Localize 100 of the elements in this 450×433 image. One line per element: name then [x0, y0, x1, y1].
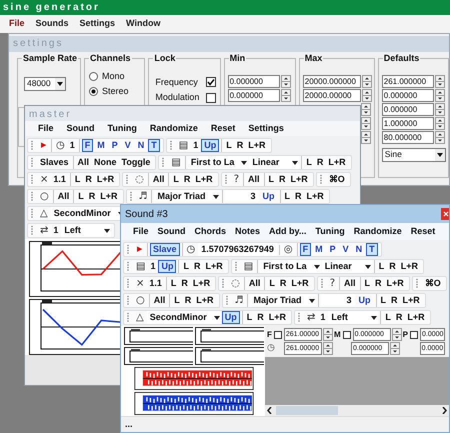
spinner-button[interactable] [323, 342, 333, 355]
menu-item[interactable]: Chords [194, 224, 226, 238]
checkbox[interactable] [342, 330, 351, 338]
caret-icon[interactable] [434, 148, 445, 160]
mode-button[interactable]: N [134, 139, 148, 152]
toolbar-button[interactable]: L [267, 277, 277, 290]
caret-icon[interactable] [364, 262, 372, 270]
dropdown[interactable]: First to La [188, 156, 248, 169]
spinner-button[interactable] [360, 130, 371, 144]
dropdown[interactable]: SecondMinor [146, 311, 221, 324]
toolbar-button[interactable]: All [246, 173, 262, 186]
toolbar-button[interactable]: L+R [203, 260, 225, 273]
toolbar-button[interactable]: R [192, 260, 202, 273]
dropdown[interactable]: Sine [382, 148, 446, 162]
toolbar-button[interactable]: R [86, 190, 98, 203]
menu-item[interactable]: File [133, 224, 149, 238]
grip-handle[interactable] [234, 261, 238, 272]
toolbar-button[interactable]: L+R [405, 311, 427, 324]
toolbar-button[interactable]: L [181, 260, 191, 273]
spinner-button[interactable] [434, 88, 445, 102]
toolbar-button[interactable]: L+R [193, 173, 215, 186]
grip-handle[interactable] [126, 312, 130, 323]
checkbox[interactable] [410, 330, 418, 338]
toolbar-button[interactable]: L+R [384, 277, 406, 290]
checkbox[interactable] [206, 77, 216, 88]
dropdown[interactable]: 48000 [24, 76, 66, 90]
toolbar-button[interactable]: R [277, 173, 288, 186]
menu-item[interactable]: Randomize [150, 122, 198, 136]
number-field[interactable]: 0.000000 [382, 102, 434, 116]
spinner-button[interactable] [360, 102, 371, 116]
toolbar-button[interactable]: L+R [266, 311, 288, 324]
grip-handle[interactable] [224, 174, 228, 185]
toolbar-button[interactable]: R [373, 277, 384, 290]
grip-handle[interactable] [296, 312, 301, 323]
number-field[interactable]: 0.000000 [228, 74, 280, 88]
toolbar-button[interactable]: R [255, 311, 266, 324]
grip-handle[interactable] [30, 191, 34, 202]
toolbar-button[interactable]: L [72, 173, 82, 186]
toolbar-button[interactable]: L [76, 190, 86, 203]
toolbar-button[interactable]: L [304, 156, 314, 169]
spinner-button[interactable] [362, 88, 372, 102]
close-icon[interactable] [441, 208, 449, 220]
menu-item[interactable]: Window [126, 17, 160, 31]
scrollbar[interactable] [265, 405, 449, 416]
grip-handle[interactable] [414, 278, 419, 289]
toolbar-button[interactable]: L+R [289, 277, 311, 290]
radio-button[interactable] [89, 72, 98, 81]
toolbar-button[interactable]: L+R [326, 156, 348, 169]
menu-item[interactable]: Reset [410, 224, 436, 238]
mode-button[interactable]: P [108, 139, 121, 152]
spinner-button[interactable] [362, 74, 372, 88]
toolbar-button[interactable]: L [376, 260, 386, 273]
toolbar-button[interactable]: R [394, 311, 404, 324]
toolbar-button[interactable]: L [244, 311, 254, 324]
grip-handle[interactable] [126, 278, 130, 289]
number-field[interactable]: 80.000000 [382, 130, 434, 144]
mode-button[interactable]: M [94, 139, 108, 152]
toolbar-button[interactable]: L [266, 173, 276, 186]
toolbar-button[interactable]: L+R [246, 139, 268, 152]
caret-icon[interactable] [312, 262, 321, 270]
toolbar-button[interactable]: R [387, 260, 398, 273]
spinner-button[interactable] [322, 328, 333, 341]
toolbar-button[interactable]: L [362, 277, 372, 290]
number-field[interactable]: 0.000000 [228, 88, 280, 102]
toolbar-button[interactable]: L+R [194, 294, 216, 307]
toolbar-button[interactable]: L+R [94, 173, 116, 186]
dropdown[interactable]: First to La [260, 260, 321, 273]
menu-item[interactable]: Randomize [354, 224, 402, 238]
caret-icon[interactable] [103, 226, 112, 234]
toolbar-button[interactable]: All [152, 294, 168, 307]
radio-button[interactable] [89, 87, 98, 96]
toolbar-button[interactable]: R [182, 294, 194, 307]
grip-handle[interactable] [125, 174, 130, 185]
toolbar-button[interactable]: R [234, 139, 246, 152]
number-field[interactable]: 20000.000000 [302, 74, 361, 88]
mode-button[interactable]: F [82, 139, 94, 152]
dropdown[interactable]: Left [328, 311, 378, 324]
toolbar-button[interactable]: L+R [98, 190, 120, 203]
toolbar-button[interactable]: None [92, 156, 119, 169]
spinner-button[interactable] [434, 74, 445, 88]
number-field[interactable]: 20000.00000 [302, 88, 361, 102]
toolbar-button[interactable]: L+R [288, 173, 310, 186]
menu-item[interactable]: Settings [248, 122, 284, 136]
toolbar-button[interactable]: L [383, 311, 393, 324]
caret-icon[interactable] [370, 314, 378, 322]
toolbar-button[interactable]: L+R [398, 260, 420, 273]
grip-handle[interactable] [30, 157, 34, 168]
menu-item[interactable]: Add by... [269, 224, 306, 238]
scroll-right-icon[interactable] [442, 407, 447, 414]
toolbar-button[interactable]: R [314, 156, 326, 169]
spinner-button[interactable] [360, 116, 371, 130]
menu-item[interactable]: Sound [66, 122, 95, 136]
mode-button[interactable]: Up [201, 139, 220, 152]
toolbar-button[interactable]: All [56, 190, 72, 203]
menu-item[interactable]: Sounds [36, 17, 69, 31]
grip-handle[interactable] [320, 278, 324, 289]
spinner-button[interactable] [280, 88, 291, 102]
toolbar-button[interactable]: All [246, 277, 262, 290]
number-field[interactable]: 261.000000 [382, 74, 434, 88]
grip-handle[interactable] [30, 225, 34, 236]
